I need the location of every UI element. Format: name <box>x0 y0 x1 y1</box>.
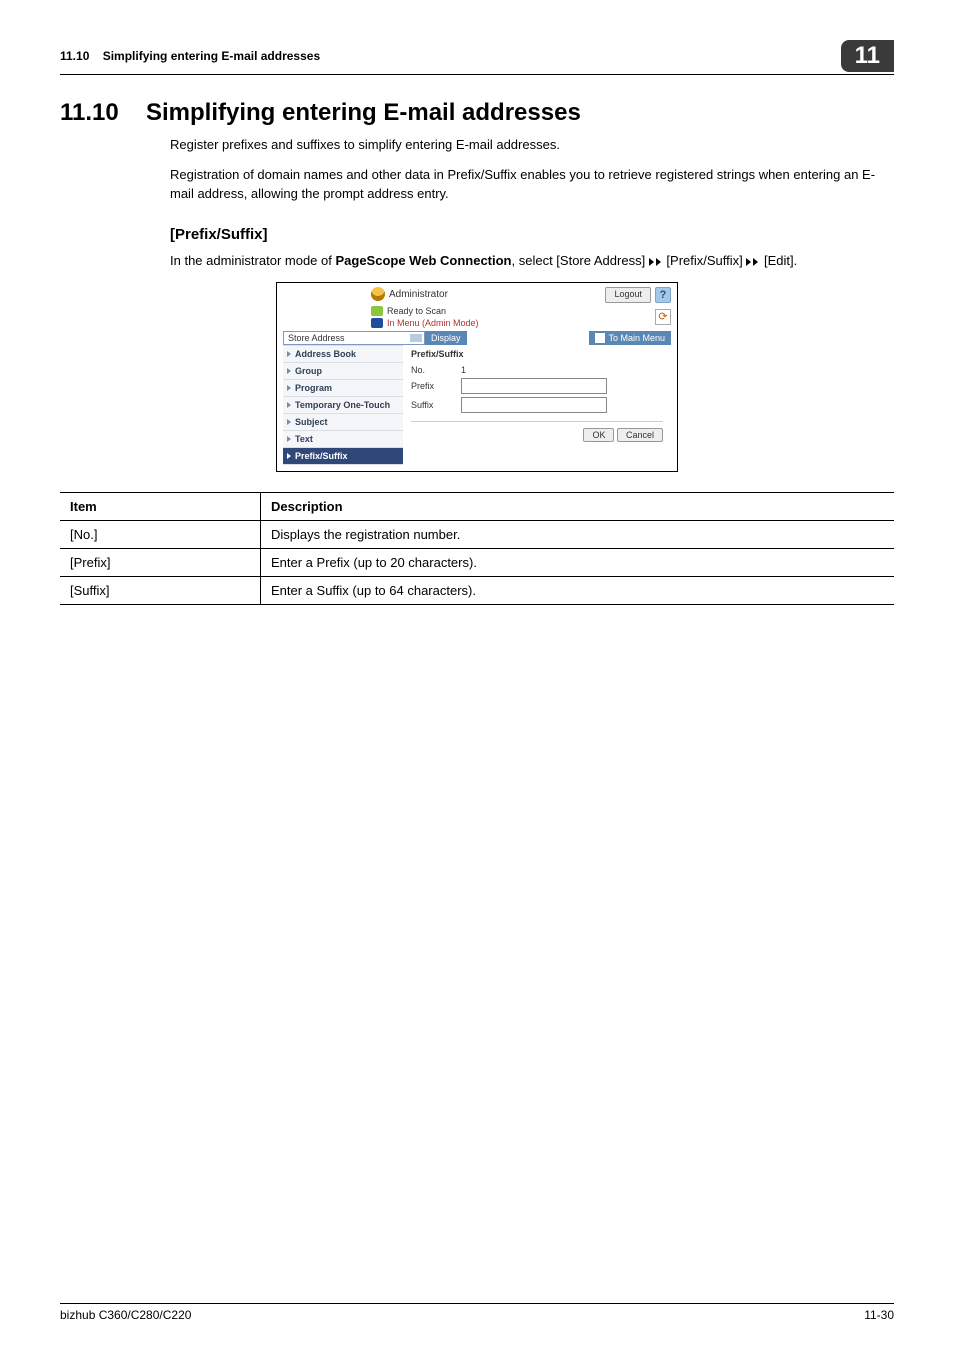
prefix-input[interactable] <box>461 378 607 394</box>
chevron-right-icon <box>287 453 291 459</box>
table-cell-item: [Prefix] <box>60 549 261 577</box>
table-row: [No.] Displays the registration number. <box>60 521 894 549</box>
intro-block: Register prefixes and suffixes to simpli… <box>170 135 894 204</box>
chevron-right-icon <box>287 436 291 442</box>
table-head-item: Item <box>60 493 261 521</box>
nav-program[interactable]: Program <box>283 379 403 396</box>
arrow-icon <box>649 258 663 266</box>
logo-area <box>283 287 371 331</box>
to-main-menu-button[interactable]: To Main Menu <box>589 331 671 345</box>
instruction-prefix: In the administrator mode of <box>170 253 335 268</box>
to-main-menu-icon <box>595 333 605 343</box>
description-table: Item Description [No.] Displays the regi… <box>60 492 894 605</box>
header-section-num: 11.10 <box>60 49 89 63</box>
section-heading: 11.10 Simplifying entering E-mail addres… <box>60 99 894 127</box>
instruction-line: In the administrator mode of PageScope W… <box>170 251 894 271</box>
nav-prefix-suffix[interactable]: Prefix/Suffix <box>283 447 403 465</box>
logout-button[interactable]: Logout <box>605 287 651 303</box>
content-pane: Prefix/Suffix No. 1 Prefix Suffix OK Can… <box>403 345 671 465</box>
section-heading-title: Simplifying entering E-mail addresses <box>146 99 581 127</box>
table-row: [Suffix] Enter a Suffix (up to 64 charac… <box>60 577 894 605</box>
instruction-mid1: , select [Store Address] <box>512 253 649 268</box>
status-icon <box>371 306 383 316</box>
instruction-suffix: [Edit]. <box>764 253 797 268</box>
nav-subject[interactable]: Subject <box>283 413 403 430</box>
admin-label: Administrator <box>389 289 448 300</box>
suffix-label: Suffix <box>411 400 461 410</box>
footer-left: bizhub C360/C280/C220 <box>60 1308 191 1322</box>
help-icon[interactable]: ? <box>655 287 671 303</box>
divider <box>411 421 663 422</box>
arrow-icon <box>746 258 760 266</box>
running-header: 11.10 Simplifying entering E-mail addres… <box>60 40 894 75</box>
chevron-right-icon <box>287 351 291 357</box>
user-icon <box>371 287 385 301</box>
chevron-right-icon <box>287 368 291 374</box>
refresh-icon[interactable]: ⟳ <box>655 309 671 325</box>
intro-paragraph-2: Registration of domain names and other d… <box>170 165 894 204</box>
table-head-desc: Description <box>261 493 895 521</box>
nav-text[interactable]: Text <box>283 430 403 447</box>
nav-temporary-one-touch[interactable]: Temporary One-Touch <box>283 396 403 413</box>
chevron-right-icon <box>287 419 291 425</box>
ready-label: Ready to Scan <box>387 306 446 316</box>
no-label: No. <box>411 365 461 375</box>
store-address-select[interactable]: Store Address <box>283 331 425 345</box>
chevron-right-icon <box>287 402 291 408</box>
table-cell-item: [Suffix] <box>60 577 261 605</box>
chevron-right-icon <box>287 385 291 391</box>
instruction-mid2: [Prefix/Suffix] <box>666 253 746 268</box>
side-nav: Address Book Group Program Temporary One… <box>283 345 403 465</box>
header-section-title: Simplifying entering E-mail addresses <box>103 49 320 63</box>
cancel-button[interactable]: Cancel <box>617 428 663 442</box>
suffix-input[interactable] <box>461 397 607 413</box>
nav-address-book[interactable]: Address Book <box>283 345 403 362</box>
table-row: [Prefix] Enter a Prefix (up to 20 charac… <box>60 549 894 577</box>
page-footer: bizhub C360/C280/C220 11-30 <box>60 1303 894 1322</box>
section-heading-number: 11.10 <box>60 99 130 127</box>
display-button[interactable]: Display <box>425 331 467 345</box>
chapter-badge: 11 <box>841 40 894 72</box>
nav-group[interactable]: Group <box>283 362 403 379</box>
menu-mode-label: In Menu (Admin Mode) <box>387 318 479 328</box>
instruction-bold: PageScope Web Connection <box>335 253 511 268</box>
table-cell-item: [No.] <box>60 521 261 549</box>
running-header-left: 11.10 Simplifying entering E-mail addres… <box>60 49 320 63</box>
menu-icon <box>371 318 383 328</box>
subheading-prefix-suffix: [Prefix/Suffix] <box>170 226 894 243</box>
footer-right: 11-30 <box>864 1308 894 1322</box>
content-title: Prefix/Suffix <box>411 349 663 359</box>
table-cell-desc: Displays the registration number. <box>261 521 895 549</box>
intro-paragraph-1: Register prefixes and suffixes to simpli… <box>170 135 894 155</box>
table-cell-desc: Enter a Suffix (up to 64 characters). <box>261 577 895 605</box>
no-value: 1 <box>461 365 466 375</box>
table-cell-desc: Enter a Prefix (up to 20 characters). <box>261 549 895 577</box>
screenshot-panel: Administrator Ready to Scan In Menu (Adm… <box>276 282 678 472</box>
select-value: Store Address <box>288 333 345 343</box>
to-main-menu-label: To Main Menu <box>608 333 665 343</box>
prefix-label: Prefix <box>411 381 461 391</box>
ok-button[interactable]: OK <box>583 428 614 442</box>
